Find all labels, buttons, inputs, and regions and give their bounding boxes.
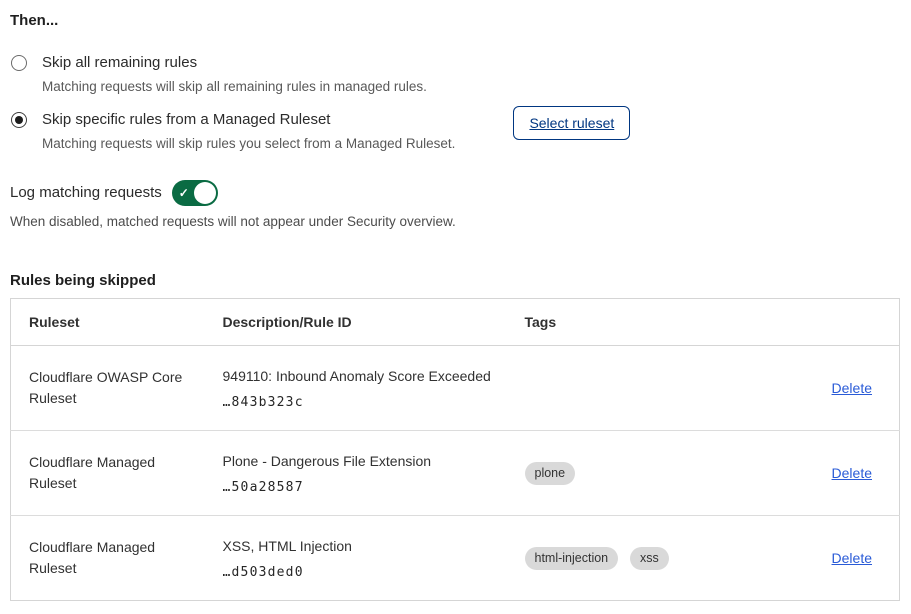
table-header-row: Ruleset Description/Rule ID Tags xyxy=(11,299,900,346)
skip-specific-rules-radio[interactable] xyxy=(11,112,27,128)
column-header-tags: Tags xyxy=(525,299,795,346)
toggle-knob xyxy=(194,182,216,204)
column-header-description: Description/Rule ID xyxy=(223,299,525,346)
skip-all-remaining-description: Matching requests will skip all remainin… xyxy=(42,78,427,95)
rule-description: XSS, HTML Injection xyxy=(223,537,525,555)
option-text: Skip specific rules from a Managed Rules… xyxy=(42,110,455,152)
column-header-ruleset: Ruleset xyxy=(11,299,223,346)
log-matching-requests-label: Log matching requests xyxy=(10,183,162,203)
description-cell: 949110: Inbound Anomaly Score Exceeded …… xyxy=(223,346,525,431)
description-cell: Plone - Dangerous File Extension …50a285… xyxy=(223,431,525,516)
tag-badge: html-injection xyxy=(525,547,619,570)
option-skip-specific-rules: Skip specific rules from a Managed Rules… xyxy=(10,110,899,152)
description-cell: XSS, HTML Injection …d503ded0 xyxy=(223,516,525,601)
ruleset-name: Cloudflare Managed Ruleset xyxy=(29,452,189,494)
table-row: Cloudflare OWASP Core Ruleset 949110: In… xyxy=(11,346,900,431)
tag-badge: xss xyxy=(630,547,669,570)
table-row: Cloudflare Managed Ruleset XSS, HTML Inj… xyxy=(11,516,900,601)
skip-specific-rules-label[interactable]: Skip specific rules from a Managed Rules… xyxy=(42,110,455,130)
log-matching-requests-toggle[interactable]: ✓ xyxy=(172,180,218,206)
select-ruleset-button[interactable]: Select ruleset xyxy=(513,106,630,140)
action-cell: Delete xyxy=(795,516,900,601)
table-row: Cloudflare Managed Ruleset Plone - Dange… xyxy=(11,431,900,516)
skip-specific-rules-description: Matching requests will skip rules you se… xyxy=(42,135,455,152)
ruleset-cell: Cloudflare Managed Ruleset xyxy=(11,431,223,516)
toggle-check-icon: ✓ xyxy=(179,185,189,201)
tag-badge: plone xyxy=(525,462,576,485)
delete-link[interactable]: Delete xyxy=(832,550,872,566)
delete-link[interactable]: Delete xyxy=(832,465,872,481)
log-toggle-help-text: When disabled, matched requests will not… xyxy=(10,213,899,230)
rule-description: 949110: Inbound Anomaly Score Exceeded xyxy=(223,367,525,385)
waf-rule-then-panel: Then... Skip all remaining rules Matchin… xyxy=(0,0,911,601)
tags-cell: plone xyxy=(525,431,795,516)
rule-id: …843b323c xyxy=(223,395,525,410)
ruleset-cell: Cloudflare Managed Ruleset xyxy=(11,516,223,601)
ruleset-name: Cloudflare OWASP Core Ruleset xyxy=(29,367,189,409)
skipped-rules-table: Ruleset Description/Rule ID Tags Cloudfl… xyxy=(10,298,900,601)
ruleset-name: Cloudflare Managed Ruleset xyxy=(29,537,189,579)
skip-options-group: Skip all remaining rules Matching reques… xyxy=(10,53,899,152)
column-header-actions xyxy=(795,299,900,346)
tags-cell xyxy=(525,346,795,431)
tags-cell: html-injection xss xyxy=(525,516,795,601)
action-cell: Delete xyxy=(795,431,900,516)
rule-id: …d503ded0 xyxy=(223,565,525,580)
log-matching-requests-row: Log matching requests ✓ xyxy=(10,180,899,206)
option-text: Skip all remaining rules Matching reques… xyxy=(42,53,427,95)
rule-description: Plone - Dangerous File Extension xyxy=(223,452,525,470)
delete-link[interactable]: Delete xyxy=(832,380,872,396)
action-cell: Delete xyxy=(795,346,900,431)
skip-all-remaining-label[interactable]: Skip all remaining rules xyxy=(42,53,427,73)
then-section-title: Then... xyxy=(10,12,899,30)
rule-id: …50a28587 xyxy=(223,480,525,495)
skip-all-remaining-radio[interactable] xyxy=(11,55,27,71)
ruleset-cell: Cloudflare OWASP Core Ruleset xyxy=(11,346,223,431)
option-skip-all-remaining: Skip all remaining rules Matching reques… xyxy=(10,53,899,95)
rules-being-skipped-title: Rules being skipped xyxy=(10,272,899,290)
